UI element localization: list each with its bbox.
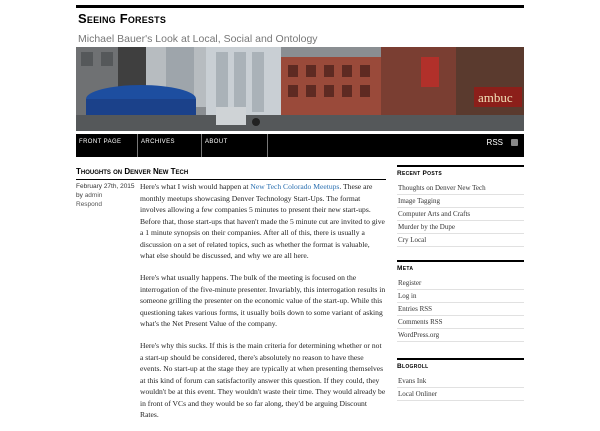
nav-front-page[interactable]: FRONT PAGE [76,134,138,157]
post-title-rule [76,179,386,180]
post-content: Here's what I wish would happen at New T… [140,181,386,431]
nav-archives[interactable]: ARCHIVES [138,134,202,157]
site-title[interactable]: Seeing Forests [78,11,166,26]
meta-item-wordpress[interactable]: WordPress.org [397,329,524,342]
recent-post-item[interactable]: Thoughts on Denver New Tech [397,182,524,195]
recent-post-item[interactable]: Murder by the Dupe [397,221,524,234]
recent-posts-list: Thoughts on Denver New Tech Image Taggin… [397,182,524,247]
main-nav: FRONT PAGE ARCHIVES ABOUT RSS [76,134,524,157]
rss-icon [511,139,518,146]
recent-post-item[interactable]: Computer Arts and Crafts [397,208,524,221]
respond-link[interactable]: Respond [76,201,102,208]
blogroll-item[interactable]: Local Onliner [397,388,524,401]
blogroll-list: Evans Ink Local Onliner [397,375,524,401]
post-paragraph: Here's what I wish would happen at New T… [140,181,386,262]
post-date: February 27th, 2015 [76,183,135,190]
header-banner-image: ambuc [76,47,524,131]
site-tagline: Michael Bauer's Look at Local, Social an… [78,33,318,45]
nav-about[interactable]: ABOUT [202,134,268,157]
meta-item-register[interactable]: Register [397,277,524,290]
meta-list: Register Log in Entries RSS Comments RSS… [397,277,524,342]
post-paragraph: Here's what usually happens. The bulk of… [140,273,386,328]
page: Seeing Forests Michael Bauer's Look at L… [0,0,600,419]
sidebar-recent-posts: Recent Posts Thoughts on Denver New Tech… [397,165,524,247]
blogroll-heading: Blogroll [397,358,524,373]
sidebar-blogroll: Blogroll Evans Ink Local Onliner [397,358,524,401]
meta-item-comments-rss[interactable]: Comments RSS [397,316,524,329]
meta-heading: Meta [397,260,524,275]
meta-item-entries-rss[interactable]: Entries RSS [397,303,524,316]
paragraph-text: . These are monthly meetups showcasing D… [140,182,385,260]
post-meta: February 27th, 2015 by admin Respond [76,182,136,209]
nav-rss-link[interactable]: RSS [487,138,518,147]
post-by: by [76,192,83,199]
meta-item-login[interactable]: Log in [397,290,524,303]
svg-text:ambuc: ambuc [478,90,513,105]
post-paragraph: Here's why this sucks. If this is the ma… [140,341,386,419]
new-tech-colorado-link[interactable]: New Tech Colorado Meetups [250,182,339,191]
post-title[interactable]: Thoughts on Denver New Tech [76,167,188,176]
recent-posts-heading: Recent Posts [397,165,524,180]
post-author-link[interactable]: admin [85,192,103,199]
rss-label: RSS [486,138,503,147]
recent-post-item[interactable]: Image Tagging [397,195,524,208]
sidebar-meta: Meta Register Log in Entries RSS Comment… [397,260,524,342]
paragraph-text: Here's what I wish would happen at [140,182,251,191]
blogroll-item[interactable]: Evans Ink [397,375,524,388]
header-rule [76,5,524,8]
recent-post-item[interactable]: Cry Local [397,234,524,247]
